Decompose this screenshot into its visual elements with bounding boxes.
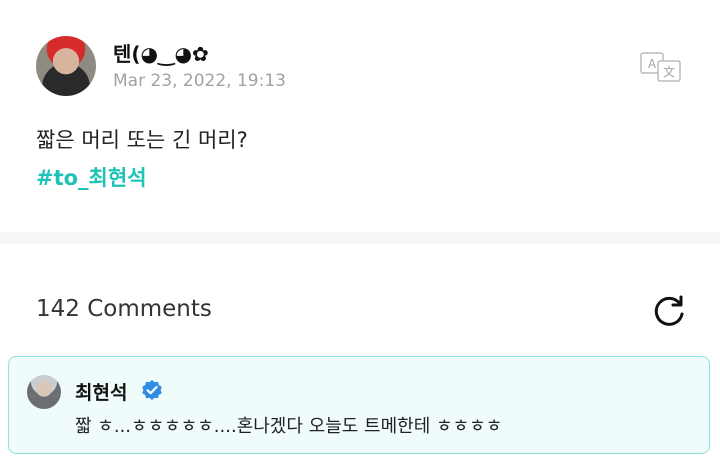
section-divider (0, 232, 720, 244)
refresh-icon[interactable] (650, 292, 688, 330)
comment-author-avatar[interactable] (27, 375, 61, 409)
comment-item[interactable]: 최현석 짧 ㅎ...ㅎㅎㅎㅎㅎ....혼나겠다 오늘도 트메한테 ㅎㅎㅎㅎ (8, 356, 710, 454)
comments-count: 142 Comments (36, 296, 212, 322)
post-card: 텐(◕‿◕✿ Mar 23, 2022, 19:13 A 文 짧은 머리 또는 … (0, 0, 720, 232)
hashtag-link[interactable]: #to_최현석 (36, 162, 147, 192)
comment-text: 짧 ㅎ...ㅎㅎㅎㅎㅎ....혼나겠다 오늘도 트메한테 ㅎㅎㅎㅎ (75, 416, 503, 437)
verified-badge-icon (142, 380, 162, 400)
translate-icon[interactable]: A 文 (640, 52, 682, 82)
author-avatar[interactable] (36, 36, 96, 96)
post-text: 짧은 머리 또는 긴 머리? (36, 128, 248, 152)
svg-text:文: 文 (663, 64, 675, 79)
comment-author-name[interactable]: 최현석 (75, 378, 127, 405)
post-date: Mar 23, 2022, 19:13 (113, 71, 286, 91)
svg-text:A: A (648, 57, 657, 71)
author-name[interactable]: 텐(◕‿◕✿ (113, 38, 209, 67)
